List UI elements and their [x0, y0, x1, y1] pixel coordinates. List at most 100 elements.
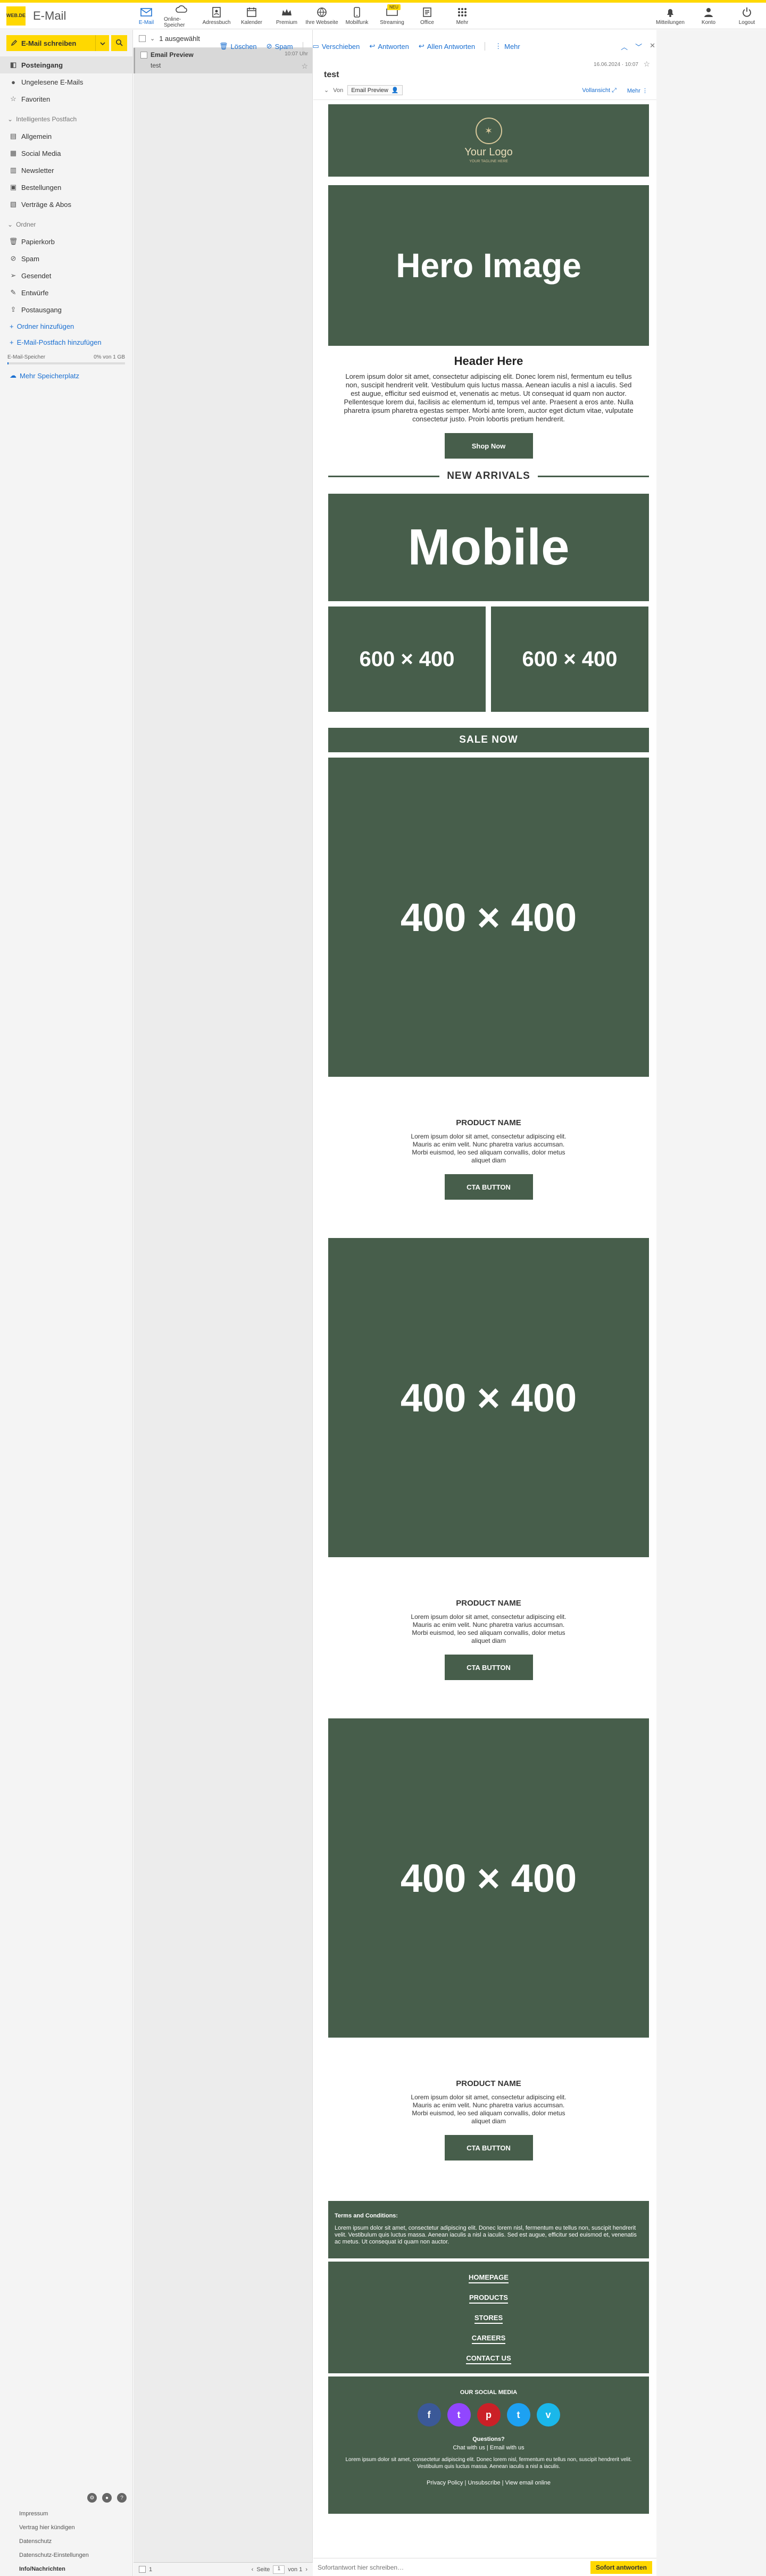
more-button[interactable]: ⋮ Mehr [495, 42, 520, 51]
two-column-images: 600 × 400 600 × 400 [328, 606, 649, 712]
footer-link[interactable]: PRODUCTS [469, 2294, 508, 2304]
bell-icon [664, 6, 677, 18]
sender-chip[interactable]: Email Preview 👤 [347, 85, 403, 95]
chevron-down-icon[interactable]: ⌄ [324, 87, 329, 94]
legal-link[interactable]: Vertrag hier kündigen [0, 2521, 133, 2535]
folders-header[interactable]: ⌄ Ordner [0, 216, 132, 233]
legal-link[interactable]: Info/Nachrichten [0, 2562, 133, 2576]
nav-streaming[interactable]: Streaming NEU [374, 3, 410, 29]
move-button[interactable]: ▭ Verschieben [313, 42, 360, 51]
sidebar-item-papierkorb[interactable]: 🗑 Papierkorb [0, 233, 132, 250]
quick-reply-input[interactable] [318, 2561, 585, 2573]
nav-logout[interactable]: Logout [728, 3, 766, 29]
spam-button[interactable]: ⊘ Spam [267, 42, 293, 51]
next-page-icon[interactable]: › [305, 2566, 307, 2573]
sidebar-item-vertr-ge-abos[interactable]: ▧ Verträge & Abos [0, 196, 132, 213]
prev-page-icon[interactable]: ‹ [252, 2566, 254, 2573]
nav-office[interactable]: Office [410, 3, 445, 29]
fullview-link[interactable]: Vollansicht ⤢ [582, 87, 616, 94]
sidebar-item-gesendet[interactable]: ➢ Gesendet [0, 267, 132, 284]
footer-link[interactable]: CAREERS [471, 2334, 506, 2344]
help-icon[interactable]: ? [117, 2493, 127, 2503]
cta-label: CTA BUTTON [467, 1183, 511, 1191]
nav-konto[interactable]: Konto [689, 3, 728, 29]
quick-reply-button[interactable]: Sofort antworten [590, 2561, 652, 2574]
close-icon[interactable]: ✕ [650, 41, 655, 52]
policy-links[interactable]: Privacy Policy | Unsubscribe | View emai… [427, 2480, 551, 2486]
product-image-text: 400 × 400 [400, 1856, 577, 1900]
drafts-icon: ✎ [10, 288, 16, 296]
trash-icon: 🗑 [219, 42, 228, 50]
app-logo[interactable]: WEB.DE [6, 6, 26, 26]
cta-button[interactable]: CTA BUTTON [444, 1174, 533, 1200]
cta-button[interactable]: CTA BUTTON [444, 2135, 533, 2160]
reply-button[interactable]: ↩ Antworten [369, 42, 409, 51]
sidebar-item-allgemein[interactable]: ▤ Allgemein [0, 128, 132, 145]
mail-subject: test [324, 70, 339, 79]
sidebar-bottom: ⚙ ● ? Impressum Vertrag hier kündigen Date… [0, 2489, 133, 2576]
star-icon[interactable]: ☆ [643, 60, 650, 69]
footer-links: HOMEPAGE PRODUCTS STORES CAREERS CONTACT US [328, 2262, 649, 2373]
reply-all-label: Allen Antworten [427, 42, 476, 51]
sidebar-item-newsletter[interactable]: ▥ Newsletter [0, 162, 132, 179]
compose-button[interactable]: E-Mail schreiben [6, 35, 95, 51]
nav-adressbuch[interactable]: Adressbuch [199, 3, 234, 29]
more-label: Mehr [504, 42, 520, 51]
sidebar-item-spam[interactable]: ⊘ Spam [0, 250, 132, 267]
footer-link[interactable]: CONTACT US [466, 2354, 511, 2364]
pinterest-icon[interactable]: p [477, 2403, 501, 2427]
star-icon[interactable]: ☆ [301, 62, 308, 71]
sidebar-item-postausgang[interactable]: ⇪ Postausgang [0, 301, 132, 318]
nav-mehr[interactable]: Mehr [445, 3, 480, 29]
facebook-icon[interactable]: f [417, 2403, 441, 2427]
product-name: PRODUCT NAME [456, 1599, 521, 1608]
footer-link[interactable]: HOMEPAGE [469, 2273, 509, 2283]
mail-header: 16.06.2024 · 10:07 ☆ test ⌄ Von Email Pr… [313, 57, 656, 100]
chevron-up-icon[interactable]: ︿ [621, 41, 628, 52]
sidebar-item-posteingang[interactable]: ◧ Posteingang [0, 56, 132, 73]
shop-now-button[interactable]: Shop Now [444, 433, 533, 459]
chevron-down-icon[interactable]: ﹀ [635, 41, 642, 52]
sidebar-item-ungelesene-e-mails[interactable]: ● Ungelesene E-Mails [0, 73, 132, 90]
more-storage-link[interactable]: ☁ Mehr Speicherplatz [0, 368, 132, 384]
add-mailbox-label: E-Mail-Postfach hinzufügen [16, 338, 102, 346]
reader-more-link[interactable]: Mehr ⋮ [627, 87, 648, 94]
add-folder-link[interactable]: + Ordner hinzufügen [0, 318, 132, 334]
sidebar-item-label: Spam [21, 254, 39, 263]
legal-link[interactable]: Datenschutz-Einstellungen [0, 2548, 133, 2562]
page-input[interactable]: 1 [273, 2565, 285, 2574]
settings-icon[interactable]: ⚙ [87, 2493, 97, 2503]
add-mailbox-link[interactable]: + E-Mail-Postfach hinzufügen [0, 334, 132, 350]
nav-mitteilungen[interactable]: Mitteilungen [651, 3, 689, 29]
feedback-icon[interactable]: ● [102, 2493, 112, 2503]
footer-checkbox[interactable] [139, 2566, 146, 2573]
select-all-checkbox[interactable] [139, 35, 146, 42]
nav-kalender[interactable]: Kalender [234, 3, 269, 29]
compose-dropdown-button[interactable] [95, 35, 109, 51]
reply-all-button[interactable]: ↩ Allen Antworten [419, 42, 475, 51]
nav-e-mail[interactable]: E-Mail [129, 3, 164, 29]
delete-button[interactable]: 🗑 Löschen [219, 42, 257, 51]
twitter-icon[interactable]: t [506, 2403, 530, 2427]
sidebar-item-bestellungen[interactable]: ▣ Bestellungen [0, 179, 132, 196]
sidebar-item-social-media[interactable]: ▦ Social Media [0, 145, 132, 162]
vimeo-icon[interactable]: v [536, 2403, 560, 2427]
selected-count: 1 ausgewählt [159, 35, 200, 43]
twitch-icon[interactable]: t [447, 2403, 471, 2427]
smart-mailbox-header[interactable]: ⌄ Intelligentes Postfach [0, 111, 132, 128]
chat-links[interactable]: Chat with us | Email with us [453, 2445, 524, 2451]
nav-premium[interactable]: Premium [269, 3, 304, 29]
sidebar-item-entw-rfe[interactable]: ✎ Entwürfe [0, 284, 132, 301]
top-bar: WEB.DE E-Mail E-Mail Online-Speicher Adres… [0, 3, 766, 29]
legal-link[interactable]: Datenschutz [0, 2535, 133, 2548]
mail-search-button[interactable] [111, 35, 127, 51]
sidebar-item-favoriten[interactable]: ☆ Favoriten [0, 90, 132, 107]
nav-ihre-webseite[interactable]: Ihre Webseite [304, 3, 339, 29]
footer-link[interactable]: STORES [474, 2314, 503, 2324]
legal-link[interactable]: Impressum [0, 2507, 133, 2521]
nav-mobilfunk[interactable]: Mobilfunk [339, 3, 374, 29]
mail-checkbox[interactable] [140, 51, 147, 59]
nav-online-speicher[interactable]: Online-Speicher [164, 3, 199, 29]
chevron-down-icon[interactable]: ⌄ [150, 35, 155, 42]
cta-button[interactable]: CTA BUTTON [444, 1655, 533, 1680]
